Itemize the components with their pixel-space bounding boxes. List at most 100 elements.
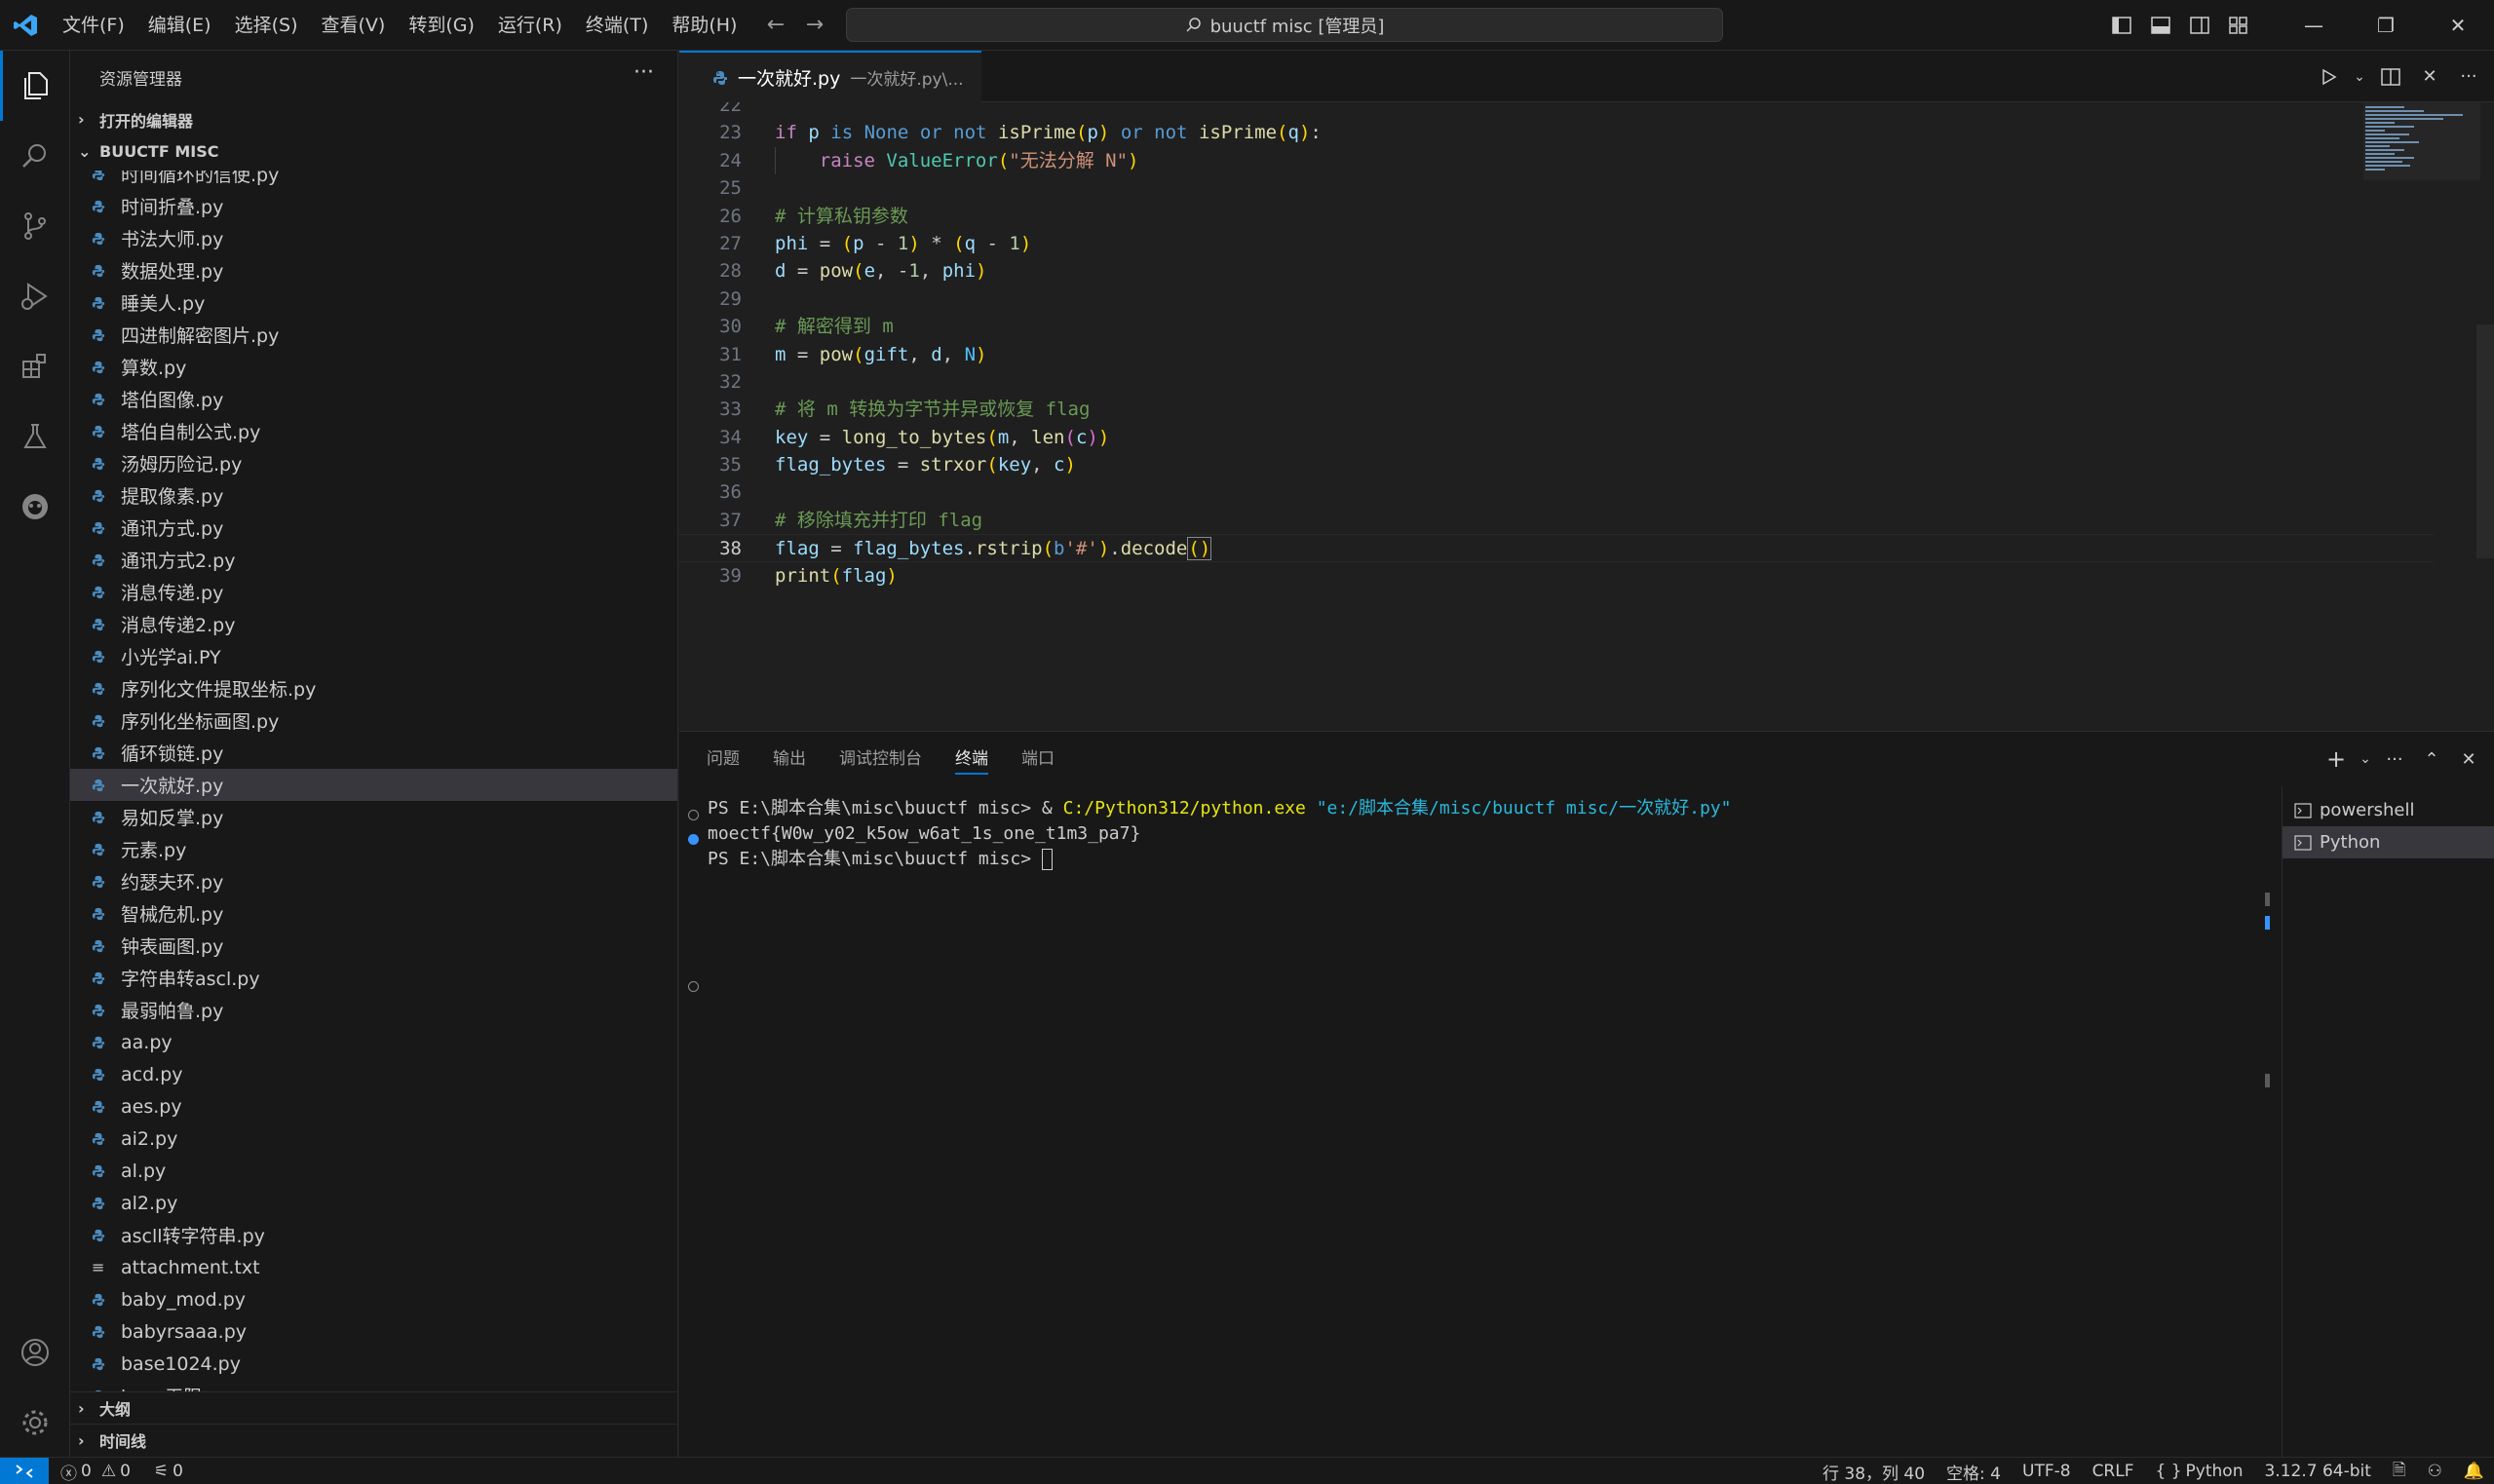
- run-python-icon[interactable]: [2313, 61, 2344, 93]
- menu-go[interactable]: 转到(G): [397, 9, 486, 42]
- file-item[interactable]: aa.py: [70, 1026, 677, 1058]
- ports-status[interactable]: ⚟ 0: [154, 1462, 183, 1481]
- minimap[interactable]: [2363, 102, 2480, 731]
- file-item[interactable]: baby_mod.py: [70, 1283, 677, 1315]
- file-item[interactable]: babyrsaaa.py: [70, 1315, 677, 1348]
- file-item[interactable]: 智械危机.py: [70, 897, 677, 930]
- command-decoration-icon[interactable]: [688, 810, 699, 820]
- command-center[interactable]: buuctf misc [管理员]: [846, 8, 1723, 42]
- menu-run[interactable]: 运行(R): [486, 9, 574, 42]
- menu-selection[interactable]: 选择(S): [223, 9, 310, 42]
- terminal-item-python[interactable]: Python: [2283, 826, 2494, 858]
- encoding[interactable]: UTF-8: [2022, 1462, 2071, 1481]
- file-item[interactable]: base1024.py: [70, 1348, 677, 1380]
- file-item[interactable]: 易如反掌.py: [70, 801, 677, 833]
- command-decoration-icon[interactable]: [688, 981, 699, 992]
- testing-icon[interactable]: [0, 401, 70, 472]
- menu-edit[interactable]: 编辑(E): [136, 9, 223, 42]
- run-debug-icon[interactable]: [0, 261, 70, 331]
- file-item[interactable]: 约瑟夫环.py: [70, 865, 677, 897]
- file-item[interactable]: 最弱帕鲁.py: [70, 994, 677, 1026]
- search-icon[interactable]: [0, 121, 70, 191]
- copilot-icon[interactable]: ⚇: [2428, 1462, 2442, 1481]
- file-item[interactable]: 小光学ai.PY: [70, 640, 677, 672]
- file-item[interactable]: 时间循环的信使.py: [70, 171, 677, 190]
- editor-scrollbar[interactable]: [2476, 324, 2494, 558]
- terminal-output[interactable]: PS E:\脚本合集\misc\buuctf misc> & C:/Python…: [679, 786, 2258, 1458]
- explorer-icon[interactable]: [0, 51, 70, 121]
- file-item[interactable]: 字符串转ascl.py: [70, 962, 677, 994]
- file-item[interactable]: aes.py: [70, 1090, 677, 1123]
- close-window-icon[interactable]: ✕: [2422, 0, 2494, 51]
- source-control-icon[interactable]: [0, 191, 70, 261]
- tab-terminal[interactable]: 终端: [955, 732, 988, 786]
- file-item[interactable]: ai2.py: [70, 1123, 677, 1155]
- outline-section[interactable]: › 大纲: [70, 1391, 677, 1424]
- file-info-icon[interactable]: 🗎: [2393, 1458, 2406, 1484]
- terminal-item-powershell[interactable]: powershell: [2283, 794, 2494, 826]
- end-of-line[interactable]: CRLF: [2092, 1462, 2134, 1481]
- more-actions-icon[interactable]: ···: [2379, 743, 2410, 775]
- more-actions-icon[interactable]: ···: [2453, 61, 2484, 93]
- remote-indicator-icon[interactable]: [0, 1458, 49, 1484]
- file-item[interactable]: 消息传递2.py: [70, 608, 677, 640]
- file-item[interactable]: 四进制解密图片.py: [70, 319, 677, 351]
- forward-arrow-icon[interactable]: →: [801, 12, 828, 39]
- file-item[interactable]: 通讯方式2.py: [70, 544, 677, 576]
- close-panel-icon[interactable]: ✕: [2453, 743, 2484, 775]
- timeline-section[interactable]: › 时间线: [70, 1424, 677, 1456]
- file-item[interactable]: ≡ attachment.txt: [70, 1251, 677, 1283]
- file-item[interactable]: 钟表画图.py: [70, 930, 677, 962]
- menu-file[interactable]: 文件(F): [51, 9, 136, 42]
- file-item[interactable]: 塔伯自制公式.py: [70, 415, 677, 447]
- file-item[interactable]: acd.py: [70, 1058, 677, 1090]
- tab-debug-console[interactable]: 调试控制台: [839, 732, 922, 786]
- file-item[interactable]: 塔伯图像.py: [70, 383, 677, 415]
- chevron-down-icon[interactable]: ⌄: [2358, 743, 2373, 775]
- extensions-icon[interactable]: [0, 331, 70, 401]
- file-item[interactable]: 元素.py: [70, 833, 677, 865]
- file-item[interactable]: 序列化文件提取坐标.py: [70, 672, 677, 704]
- tab-active-file[interactable]: 一次就好.py 一次就好.py\...: [679, 51, 981, 102]
- split-editor-icon[interactable]: [2375, 61, 2406, 93]
- problems-status[interactable]: ⓧ 0 ⚠ 0: [60, 1460, 131, 1484]
- command-decoration-icon[interactable]: [688, 834, 699, 845]
- file-item[interactable]: 序列化坐标画图.py: [70, 704, 677, 737]
- menu-view[interactable]: 查看(V): [310, 9, 398, 42]
- toggle-secondary-sidebar-icon[interactable]: [2180, 6, 2219, 45]
- python-interpreter[interactable]: 3.12.7 64-bit: [2264, 1462, 2370, 1481]
- open-editors-section[interactable]: › 打开的编辑器: [70, 103, 677, 135]
- folder-section[interactable]: ⌄ BUUCTF MISC: [70, 135, 677, 168]
- tab-problems[interactable]: 问题: [707, 732, 740, 786]
- customize-layout-icon[interactable]: [2219, 6, 2258, 45]
- chevron-down-icon[interactable]: ⌄: [2352, 61, 2367, 93]
- file-item[interactable]: ascll转字符串.py: [70, 1219, 677, 1251]
- close-icon[interactable]: ✕: [2414, 61, 2445, 93]
- file-item[interactable]: 提取像素.py: [70, 479, 677, 512]
- accounts-icon[interactable]: [0, 1317, 70, 1388]
- file-item[interactable]: 消息传递.py: [70, 576, 677, 608]
- terminal-scrollbar[interactable]: [2258, 786, 2278, 1458]
- new-terminal-plus-icon[interactable]: +: [2321, 743, 2352, 775]
- file-item[interactable]: 算数.py: [70, 351, 677, 383]
- tab-ports[interactable]: 端口: [1021, 732, 1055, 786]
- menu-terminal[interactable]: 终端(T): [574, 9, 660, 42]
- file-item[interactable]: 书法大师.py: [70, 222, 677, 254]
- file-item[interactable]: 睡美人.py: [70, 286, 677, 319]
- file-item[interactable]: 时间折叠.py: [70, 190, 677, 222]
- language-mode[interactable]: { } Python: [2156, 1462, 2244, 1481]
- file-item[interactable]: base无限.py: [70, 1380, 677, 1391]
- notifications-bell-icon[interactable]: 🔔: [2464, 1462, 2484, 1481]
- file-item[interactable]: 数据处理.py: [70, 254, 677, 286]
- file-item[interactable]: 汤姆历险记.py: [70, 447, 677, 479]
- minimize-icon[interactable]: —: [2278, 0, 2350, 51]
- settings-gear-icon[interactable]: [0, 1388, 70, 1458]
- file-item[interactable]: 循环锁链.py: [70, 737, 677, 769]
- file-item[interactable]: al.py: [70, 1155, 677, 1187]
- file-item[interactable]: 一次就好.py: [70, 769, 677, 801]
- toggle-panel-icon[interactable]: [2141, 6, 2180, 45]
- code-editor[interactable]: 22 23 if p is None or not isPrime(p) or n…: [679, 102, 2494, 731]
- remote-explorer-icon[interactable]: [0, 472, 70, 542]
- maximize-panel-icon[interactable]: ⌃: [2416, 743, 2447, 775]
- file-item[interactable]: al2.py: [70, 1187, 677, 1219]
